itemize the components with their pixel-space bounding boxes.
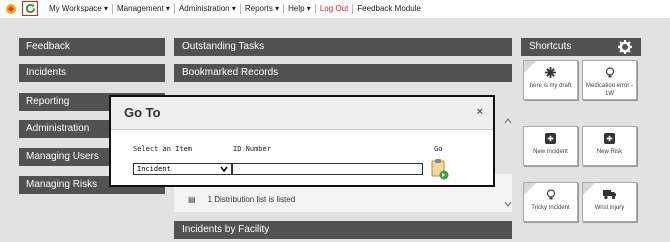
shortcut-label: New Incident xyxy=(533,149,568,155)
distribution-list-text: 1 Distribution list is listed xyxy=(207,195,296,204)
plus-square-icon xyxy=(583,133,636,145)
shortcut-tile-draft[interactable]: here is my draft xyxy=(523,60,578,100)
menu-help[interactable]: Help ▾ xyxy=(284,3,316,14)
goto-dialog-title: Go To xyxy=(124,105,161,120)
shortcut-label: Tricky Incident xyxy=(531,205,570,211)
shortcut-tile-wrist-injury[interactable]: Wrist injury xyxy=(582,182,637,222)
chevron-down-icon xyxy=(220,165,228,176)
distribution-list-row[interactable]: ▤ 1 Distribution list is listed xyxy=(188,195,295,204)
bookmarked-records-header[interactable]: Bookmarked Records xyxy=(174,64,512,82)
logout-link[interactable]: Log Out xyxy=(316,3,354,14)
sidebar-tile-incidents[interactable]: Incidents xyxy=(19,64,165,82)
shortcut-tile-new-incident[interactable]: New Incident xyxy=(523,126,578,166)
item-type-selected-value: Incident xyxy=(137,165,171,173)
list-icon: ▤ xyxy=(188,195,196,204)
shortcut-tile-tricky-incident[interactable]: Tricky Incident xyxy=(523,182,578,222)
go-clipboard-icon[interactable] xyxy=(430,158,450,180)
outstanding-tasks-header[interactable]: Outstanding Tasks xyxy=(174,38,512,56)
refresh-icon[interactable] xyxy=(22,1,38,16)
lightbulb-icon xyxy=(524,189,577,201)
gear-icon[interactable] xyxy=(618,40,632,54)
asterisk-icon xyxy=(524,67,577,79)
menu-reports[interactable]: Reports ▾ xyxy=(241,3,285,14)
id-number-label: ID Number xyxy=(233,145,271,153)
menu-administration[interactable]: Administration ▾ xyxy=(175,3,241,14)
shortcut-label: Medication error - 1W xyxy=(585,83,633,97)
select-item-label: Select an Item xyxy=(133,145,193,153)
lightbulb-icon xyxy=(583,67,636,79)
goto-dialog-header: Go To × xyxy=(111,97,493,130)
shortcut-tile-medication-error[interactable]: Medication error - 1W xyxy=(582,60,637,100)
feedback-module-link[interactable]: Feedback Module xyxy=(353,4,425,14)
main-menu: My Workspace ▾ Management ▾ Administrati… xyxy=(45,3,425,14)
plus-square-icon xyxy=(524,133,577,145)
shortcut-label: here is my draft xyxy=(529,83,572,89)
shortcut-label: Wrist injury xyxy=(594,205,625,211)
incidents-by-facility-header[interactable]: Incidents by Facility xyxy=(174,221,512,239)
shortcuts-header: Shortcuts xyxy=(521,38,641,56)
bookmarks-scrollbar[interactable] xyxy=(503,116,513,210)
id-number-input[interactable] xyxy=(232,163,423,175)
goto-dialog: Go To × Select an Item ID Number Go Inci… xyxy=(109,95,495,187)
go-label: Go xyxy=(434,145,443,153)
shortcuts-title: Shortcuts xyxy=(529,41,572,52)
close-icon[interactable]: × xyxy=(477,106,483,118)
home-logo-icon[interactable] xyxy=(3,1,19,16)
truck-icon xyxy=(583,189,636,201)
item-type-select[interactable]: Incident xyxy=(133,163,232,175)
menu-my-workspace[interactable]: My Workspace ▾ xyxy=(45,3,113,14)
shortcut-tile-new-risk[interactable]: New Risk xyxy=(582,126,637,166)
menu-management[interactable]: Management ▾ xyxy=(113,3,175,14)
sidebar-tile-feedback[interactable]: Feedback xyxy=(19,38,165,56)
top-menu-bar: My Workspace ▾ Management ▾ Administrati… xyxy=(0,0,670,17)
shortcut-label: New Risk xyxy=(596,149,623,155)
